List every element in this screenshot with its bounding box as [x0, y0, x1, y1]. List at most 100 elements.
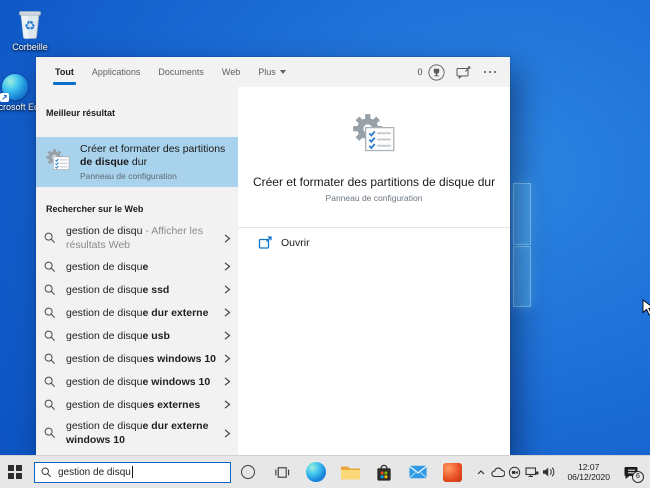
desktop-icon-label: Corbeille: [12, 42, 48, 52]
mail-button[interactable]: [401, 456, 435, 488]
office-icon: [442, 462, 462, 482]
search-flyout-panel: Tout Applications Documents Web Plus 0 M…: [36, 57, 510, 455]
web-search-suggestion[interactable]: gestion de disque ssd: [36, 278, 238, 301]
text-caret: [131, 466, 133, 478]
result-preview-pane: Créer et formater des partitions de disq…: [238, 87, 510, 455]
open-action[interactable]: Ouvrir: [238, 228, 510, 258]
search-icon: [44, 330, 56, 342]
network-tray-button[interactable]: [523, 456, 540, 488]
web-search-header: Rechercher sur le Web: [46, 204, 144, 214]
meet-now-tray-button[interactable]: [506, 456, 523, 488]
chevron-right-icon[interactable]: [220, 399, 232, 410]
search-input-value: gestion de disqu: [58, 466, 131, 478]
chevron-right-icon[interactable]: [220, 353, 232, 364]
best-match-subtitle: Panneau de configuration: [80, 171, 177, 181]
open-icon: [258, 236, 272, 249]
chevron-right-icon[interactable]: [220, 307, 232, 318]
cortana-button[interactable]: [231, 456, 265, 488]
onedrive-tray-button[interactable]: [489, 456, 506, 488]
chevron-right-icon[interactable]: [220, 284, 232, 295]
task-view-icon: [275, 466, 290, 478]
wallpaper-logo-pane: [513, 246, 531, 307]
desktop-icon-recycle-bin[interactable]: ♻ Corbeille: [4, 8, 56, 52]
tab-tout[interactable]: Tout: [46, 57, 83, 87]
chevron-right-icon[interactable]: [220, 428, 232, 439]
suggestion-text: gestion de disques externes: [66, 398, 201, 411]
web-search-suggestion[interactable]: gestion de disque usb: [36, 324, 238, 347]
file-explorer-button[interactable]: [333, 456, 367, 488]
web-search-suggestion[interactable]: gestion de disqu - Afficher les résultat…: [36, 221, 238, 255]
feedback-icon[interactable]: [456, 66, 471, 79]
search-icon: [44, 284, 56, 296]
search-icon: [44, 427, 56, 439]
taskbar-clock[interactable]: 12:07 06/12/2020: [557, 462, 618, 482]
web-search-suggestion[interactable]: gestion de disque: [36, 255, 238, 278]
search-icon: [44, 399, 56, 411]
chevron-down-icon: [279, 70, 286, 74]
wallpaper-logo-pane: [513, 183, 531, 245]
edge-icon: [0, 74, 28, 102]
disk-management-icon-large: [353, 114, 395, 152]
office-button[interactable]: [435, 456, 469, 488]
tab-documents[interactable]: Documents: [149, 57, 213, 87]
web-search-rows: gestion de disqu - Afficher les résultat…: [36, 221, 238, 450]
system-tray: 12:07 06/12/2020 6: [472, 456, 650, 488]
suggestion-text: gestion de disque dur externe: [66, 306, 209, 319]
rewards-button[interactable]: 0: [417, 63, 445, 81]
microsoft-store-button[interactable]: [367, 456, 401, 488]
tab-applications[interactable]: Applications: [83, 57, 150, 87]
best-match-header: Meilleur résultat: [46, 108, 116, 118]
action-center-button[interactable]: 6: [618, 456, 644, 488]
onedrive-cloud-icon: [491, 467, 505, 477]
mail-icon: [409, 465, 427, 479]
recycle-bin-icon: ♻: [19, 11, 41, 39]
suggestion-text: gestion de disque ssd: [66, 283, 170, 296]
disk-management-icon: [46, 149, 70, 170]
volume-tray-button[interactable]: [540, 456, 557, 488]
taskbar: gestion de disqu 12:07 06/12/2020 6: [0, 455, 650, 488]
search-icon: [44, 232, 56, 244]
desktop-icon-edge[interactable]: Microsoft Edge: [0, 74, 49, 112]
web-search-suggestion[interactable]: gestion de disques externes: [36, 393, 238, 416]
chevron-right-icon[interactable]: [220, 376, 232, 387]
tab-plus[interactable]: Plus: [249, 57, 295, 87]
chevron-right-icon[interactable]: [220, 330, 232, 341]
best-match-title: Créer et formater des partitions de disq…: [80, 143, 226, 168]
search-icon: [44, 307, 56, 319]
chevron-right-icon[interactable]: [220, 261, 232, 272]
desktop-icon-label: Microsoft Edge: [0, 102, 49, 112]
desktop: ♻ Corbeille Microsoft Edge Tout Applicat…: [0, 0, 650, 488]
suggestion-text: gestion de disque dur externe windows 10: [66, 420, 209, 446]
tray-expand-button[interactable]: [472, 456, 489, 488]
edge-icon: [306, 462, 326, 482]
taskbar-search-input[interactable]: gestion de disqu: [34, 461, 231, 483]
chevron-right-icon[interactable]: [220, 233, 232, 244]
open-action-label: Ouvrir: [281, 237, 310, 249]
cortana-icon: [241, 465, 255, 479]
web-search-suggestion[interactable]: gestion de disque dur externe windows 10: [36, 416, 238, 450]
suggestion-text: gestion de disque windows 10: [66, 375, 211, 388]
web-search-suggestion[interactable]: gestion de disque dur externe: [36, 301, 238, 324]
rewards-count: 0: [417, 67, 423, 77]
web-search-suggestion[interactable]: gestion de disques windows 10: [36, 347, 238, 370]
microsoft-store-icon: [377, 464, 391, 481]
start-button[interactable]: [0, 456, 30, 488]
notification-badge: 6: [632, 471, 644, 483]
preview-title: Créer et formater des partitions de disq…: [252, 175, 496, 189]
suggestion-text: gestion de disques windows 10: [66, 352, 217, 365]
suggestion-text: gestion de disque: [66, 260, 149, 273]
more-options-icon[interactable]: [482, 69, 499, 76]
edge-taskbar-button[interactable]: [299, 456, 333, 488]
file-explorer-icon: [340, 466, 360, 480]
tab-web[interactable]: Web: [213, 57, 249, 87]
best-match-result[interactable]: Créer et formater des partitions de disq…: [36, 137, 238, 187]
speaker-icon: [542, 467, 555, 477]
task-view-button[interactable]: [265, 456, 299, 488]
clock-time: 12:07: [578, 462, 600, 472]
search-icon: [44, 353, 56, 365]
meet-now-icon: [509, 466, 521, 478]
suggestion-text: gestion de disque usb: [66, 329, 170, 342]
web-search-suggestion[interactable]: gestion de disque windows 10: [36, 370, 238, 393]
search-tab-bar: Tout Applications Documents Web Plus 0: [36, 57, 510, 87]
preview-subtitle: Panneau de configuration: [325, 193, 423, 203]
